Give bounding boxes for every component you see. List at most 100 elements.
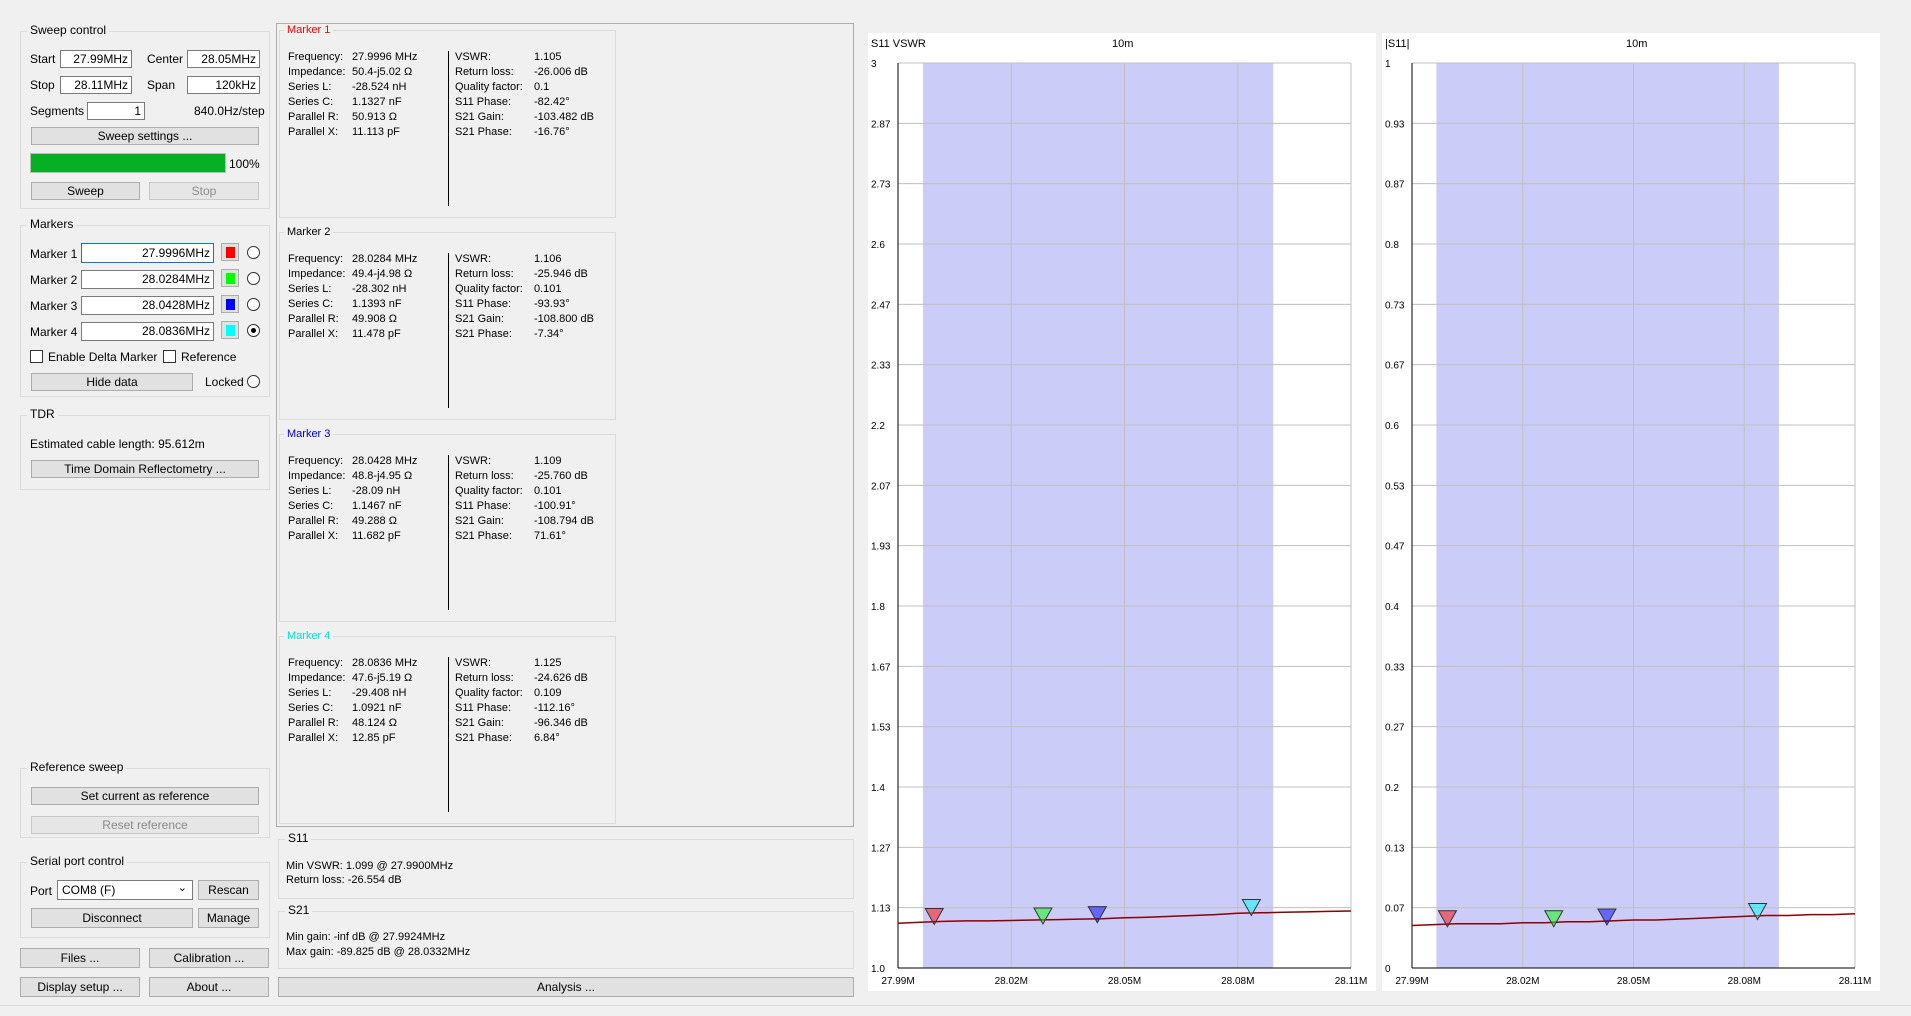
delta-marker-checkbox[interactable] [30,350,43,363]
y-tick-label: 0.87 [1385,180,1405,191]
stop-field[interactable]: 28.11MHz [60,76,132,94]
marker-3-color-swatch [226,299,235,310]
marker-2-left-value: 49.908 Ω [352,313,397,325]
marker-2-right-value: -93.93° [534,298,570,310]
s11-magnitude-chart[interactable]: |S11| 10m 1 0.93 0.87 0.8 0.73 0.67 0.6 0.53 0.4… [1382,33,1880,991]
y-tick-label: 1.13 [871,904,891,915]
y-tick-label: 0.33 [1385,662,1405,673]
marker-1-left-key: Impedance: [288,66,346,78]
s11-min-vswr: Min VSWR: 1.099 @ 27.9900MHz [286,860,454,872]
marker-2-divider [448,253,449,408]
marker-3-color-button[interactable] [221,295,239,313]
marker-2-right-key: Quality factor: [455,283,523,295]
marker-4-color-button[interactable] [221,321,239,339]
port-select[interactable]: COM8 (F) ⌄ [57,880,193,900]
x-tick-label: 28.08M [1221,976,1254,987]
y-tick-label: 0.67 [1385,361,1405,372]
delta-marker-label: Enable Delta Marker [48,350,158,364]
center-field[interactable]: 28.05MHz [187,50,260,68]
marker-3-right-value: -100.91° [534,500,576,512]
start-field[interactable]: 27.99MHz [60,50,132,68]
marker-4-right-key: VSWR: [455,657,492,669]
marker-2-right-key: S11 Phase: [455,298,512,310]
marker-2-left-key: Frequency: [288,253,344,265]
display-setup-button[interactable]: Display setup ... [20,977,140,997]
y-tick-label: 0.73 [1385,300,1405,311]
marker-3-right-value: -25.760 dB [534,470,588,482]
x-tick-label: 28.08M [1728,976,1761,987]
marker-1-left-key: Parallel R: [288,111,339,123]
marker-1-field[interactable]: 27.9996MHz [81,243,214,263]
y-tick-label: 0.93 [1385,119,1405,130]
marker-4-right-key: S21 Phase: [455,732,512,744]
marker-4-field[interactable]: 28.0836MHz [81,322,214,341]
marker-2-field[interactable]: 28.0284MHz [81,270,214,289]
marker-3-right-key: VSWR: [455,455,492,467]
marker-2-radio[interactable] [247,272,260,285]
analysis-button[interactable]: Analysis ... [278,977,854,997]
y-tick-label: 1 [1385,59,1391,70]
reset-reference-button[interactable]: Reset reference [31,816,259,834]
reference-checkbox[interactable] [163,350,176,363]
step-text: 840.0Hz/step [194,104,265,118]
marker-3-field[interactable]: 28.0428MHz [81,296,214,315]
tdr-button[interactable]: Time Domain Reflectometry ... [31,460,259,478]
marker-2-left-value: 28.0284 MHz [352,253,418,265]
marker-4-radio[interactable] [247,324,260,337]
marker-3-radio[interactable] [247,298,260,311]
sweep-control-title: Sweep control [27,23,110,37]
marker-1-left-value: 27.9996 MHz [352,51,418,63]
vswr-chart[interactable]: S11 VSWR 10m 3 2.87 2.73 2.6 2.47 2.33 2.2 2.07… [868,33,1376,991]
marker-4-data-panel: Marker 4 Frequency: 28.0836 MHz Impedance: 4… [279,630,616,824]
files-button[interactable]: Files ... [20,948,140,968]
span-field[interactable]: 120kHz [187,76,260,94]
marker-1-left-key: Series L: [288,81,332,93]
segments-field[interactable]: 1 [87,102,145,120]
sweep-progress-bar [30,153,226,173]
locked-radio[interactable] [247,375,260,388]
stop-button[interactable]: Stop [149,182,259,200]
marker-4-color-swatch [226,325,235,336]
calibration-button[interactable]: Calibration ... [149,948,269,968]
marker-3-right-value: 1.109 [534,455,562,467]
x-tick-label: 27.99M [1395,976,1428,987]
s21-summary-title: S21 [285,903,313,917]
y-tick-label: 1.27 [871,843,891,854]
y-tick-label: 0.6 [1385,421,1399,432]
set-reference-button[interactable]: Set current as reference [31,787,259,805]
hide-data-button[interactable]: Hide data [31,373,193,391]
marker-2-left-key: Impedance: [288,268,346,280]
marker-3-right-value: 0.101 [534,485,562,497]
marker-1-radio[interactable] [247,246,260,259]
marker-4-left-value: 28.0836 MHz [352,657,418,669]
marker-2-color-button[interactable] [221,269,239,287]
sweep-button[interactable]: Sweep [31,182,140,200]
manage-button[interactable]: Manage [198,908,259,928]
marker-1-color-button[interactable] [221,243,239,261]
marker-3-label: Marker 3 [30,299,78,313]
marker-4-right-key: S11 Phase: [455,702,512,714]
marker-3-right-key: S21 Phase: [455,530,512,542]
marker-4-radio-dot [251,328,256,333]
marker-4-left-value: 12.85 pF [352,732,396,744]
y-tick-label: 2.07 [871,481,891,492]
rescan-button[interactable]: Rescan [198,880,259,900]
marker-3-left-key: Series L: [288,485,332,497]
disconnect-button[interactable]: Disconnect [31,908,193,928]
marker-1-left-key: Parallel X: [288,126,339,138]
about-button[interactable]: About ... [149,977,269,997]
marker-2-right-key: Return loss: [455,268,514,280]
vswr-chart-plot: 3 2.87 2.73 2.6 2.47 2.33 2.2 2.07 1.93 1.8 1.67 1.… [871,59,1367,987]
marker-1-color-swatch [226,247,235,258]
marker-4-right-key: Quality factor: [455,687,523,699]
y-tick-label: 2.73 [871,180,891,191]
y-tick-label: 1.53 [871,723,891,734]
marker-2-left-value: 11.478 pF [352,328,401,340]
tdr-group: TDR [20,407,270,490]
sweep-settings-button[interactable]: Sweep settings ... [31,127,259,145]
marker-1-right-key: S21 Gain: [455,111,504,123]
band-rect [1436,63,1779,968]
x-tick-label: 28.05M [1617,976,1650,987]
marker-1-right-value: -16.76° [534,126,570,138]
y-tick-label: 0.27 [1385,723,1405,734]
